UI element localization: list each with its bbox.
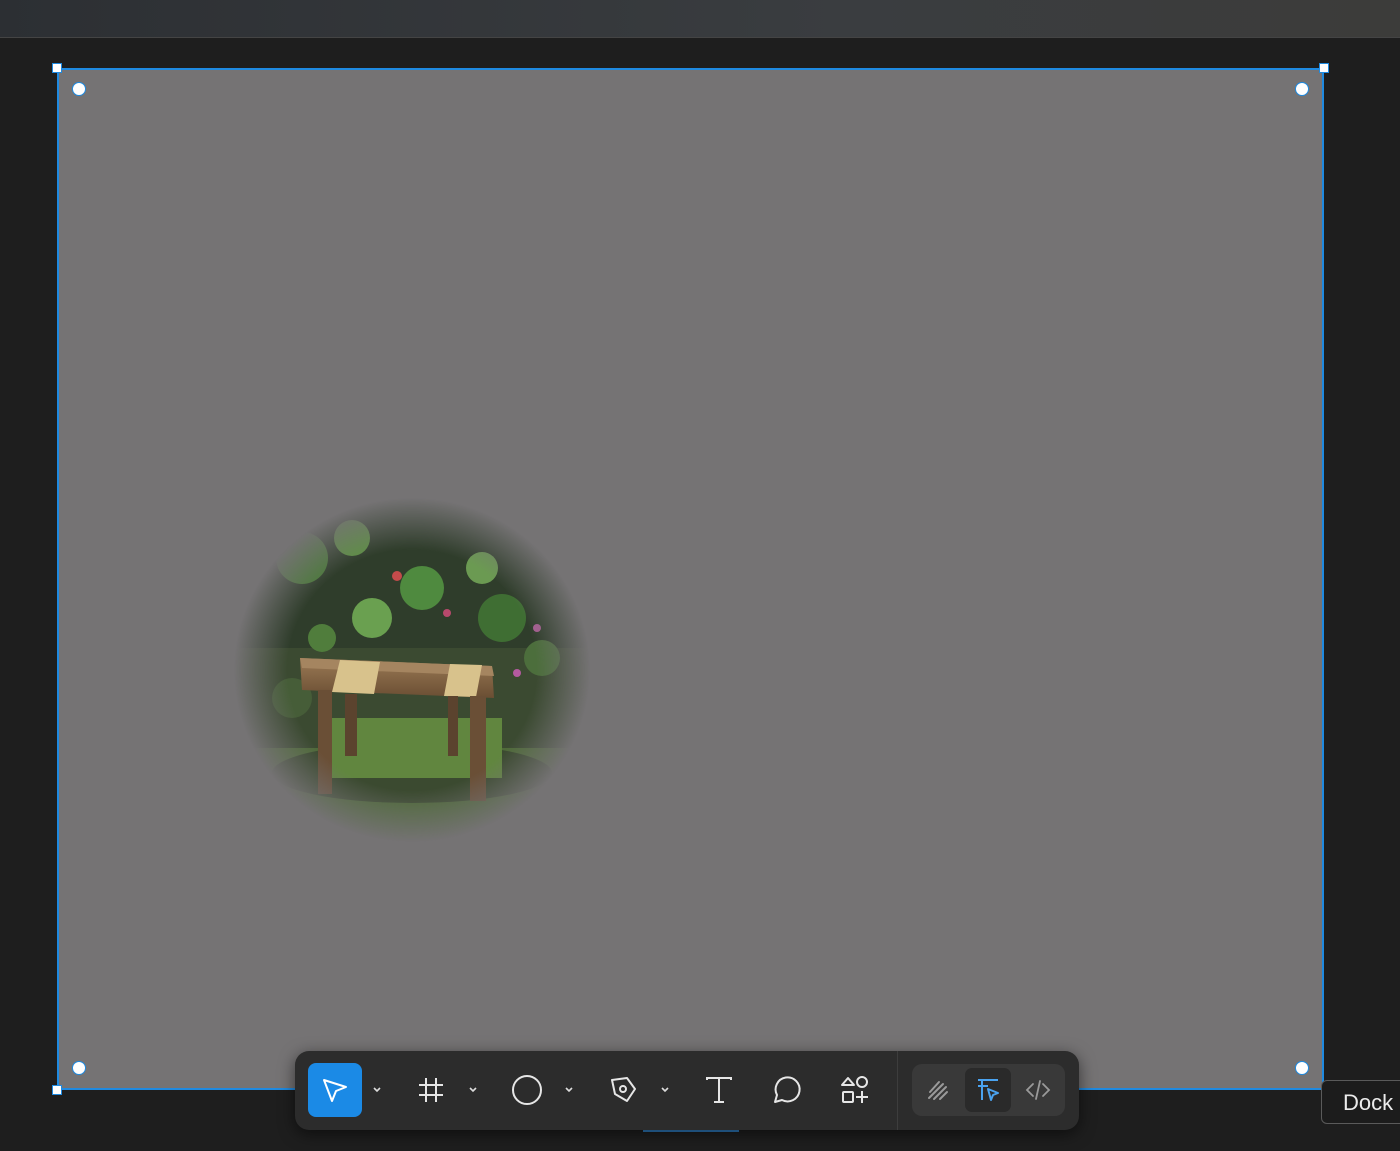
pointer-arrow-icon <box>323 1079 347 1102</box>
comment-tool-button[interactable] <box>760 1063 814 1117</box>
garden-bench-photo <box>232 498 592 843</box>
scribble-icon <box>928 1081 948 1100</box>
chevron-down-icon <box>373 1087 381 1093</box>
draw-mode-button[interactable] <box>916 1068 962 1112</box>
mode-switcher <box>912 1064 1065 1116</box>
chevron-down-icon <box>661 1087 669 1093</box>
chevron-down-icon <box>469 1087 477 1093</box>
resources-tool-button[interactable] <box>828 1063 882 1117</box>
shapes-plus-icon <box>841 1076 868 1103</box>
design-cursor-icon <box>978 1079 999 1101</box>
design-mode-button[interactable] <box>965 1068 1011 1112</box>
comment-bubble-icon <box>774 1076 801 1103</box>
pen-tool-menu-button[interactable] <box>657 1063 673 1117</box>
bottom-toolbar <box>295 1051 1079 1130</box>
move-tool-button[interactable] <box>308 1063 362 1117</box>
resize-handle-bottom-left[interactable] <box>52 1085 62 1095</box>
shape-tool-button[interactable] <box>500 1063 554 1117</box>
shape-tool-menu-button[interactable] <box>561 1063 577 1117</box>
ellipse-icon <box>512 1075 542 1105</box>
corner-radius-handle-top-right[interactable] <box>1295 82 1309 96</box>
resize-handle-top-left[interactable] <box>52 63 62 73</box>
active-indicator <box>643 1130 739 1132</box>
dev-mode-button[interactable] <box>1015 1068 1061 1112</box>
text-tool-button[interactable] <box>692 1063 746 1117</box>
pen-nib-icon <box>611 1077 636 1102</box>
text-t-icon <box>706 1077 732 1103</box>
frame-tool-button[interactable] <box>404 1063 458 1117</box>
resize-handle-top-right[interactable] <box>1319 63 1329 73</box>
chevron-down-icon <box>565 1087 573 1093</box>
frame-hash-icon <box>419 1078 443 1102</box>
top-bar <box>0 0 1400 38</box>
corner-radius-handle-bottom-right[interactable] <box>1295 1061 1309 1075</box>
corner-radius-handle-top-left[interactable] <box>72 82 86 96</box>
frame-tool-menu-button[interactable] <box>465 1063 481 1117</box>
move-tool-menu-button[interactable] <box>369 1063 385 1117</box>
toolbar-divider <box>897 1051 898 1130</box>
corner-radius-handle-bottom-left[interactable] <box>72 1061 86 1075</box>
code-brackets-icon <box>1025 1080 1051 1100</box>
frame[interactable] <box>57 68 1324 1090</box>
tooltip-text: Dock <box>1343 1090 1394 1115</box>
tooltip: Dock <box>1321 1080 1400 1124</box>
pen-tool-button[interactable] <box>596 1063 650 1117</box>
